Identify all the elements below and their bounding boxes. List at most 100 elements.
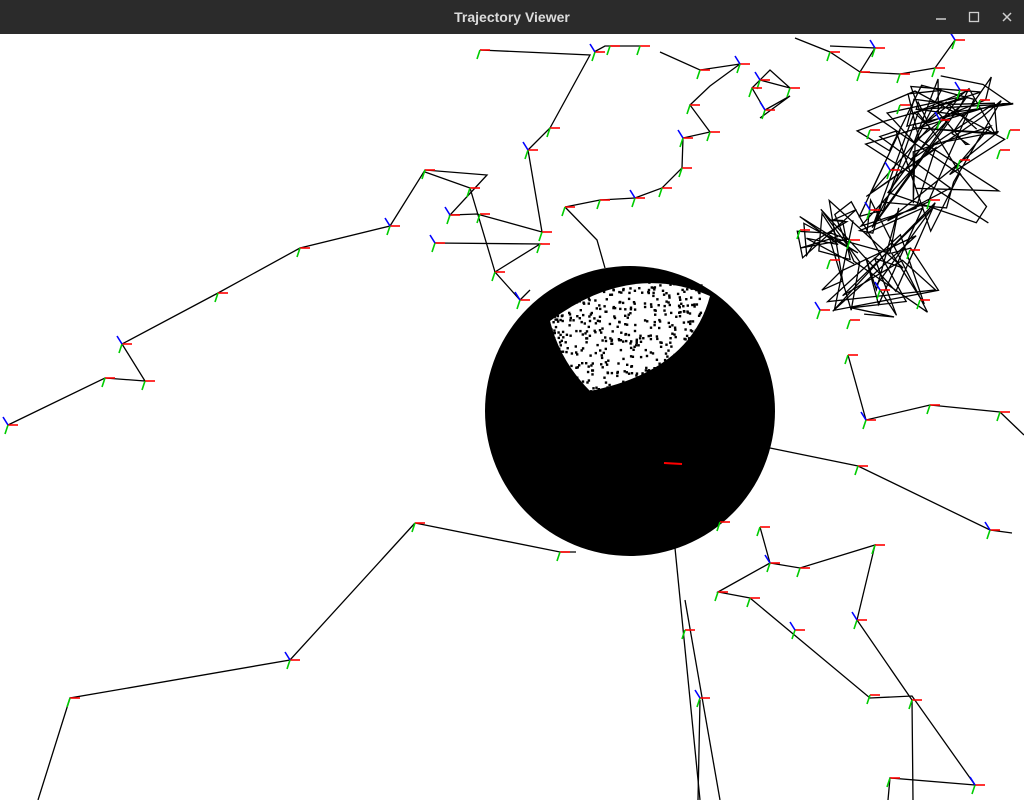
point-cloud-point (711, 348, 715, 351)
y-axis-line (556, 551, 561, 562)
point-cloud-point (655, 358, 659, 361)
y-axis-line (606, 45, 611, 56)
point-cloud-point (645, 366, 648, 370)
point-cloud-point (729, 314, 732, 317)
point-cloud-point (558, 369, 562, 372)
point-cloud-point (589, 354, 592, 357)
pose-axis-triad (694, 689, 710, 708)
point-cloud-point (656, 337, 659, 341)
y-axis-line (896, 73, 901, 84)
close-button[interactable] (990, 0, 1024, 34)
y-axis-line (686, 104, 691, 115)
point-cloud-point (595, 307, 598, 310)
point-cloud-point (721, 357, 725, 360)
point-cloud-point (644, 388, 647, 391)
point-cloud-point (606, 386, 609, 389)
point-cloud-point (724, 330, 727, 333)
point-cloud-point (718, 298, 721, 301)
point-cloud-point (576, 384, 579, 387)
point-cloud-point (659, 341, 662, 344)
point-cloud-point (559, 361, 562, 364)
title-bar[interactable]: Trajectory Viewer (0, 0, 1024, 34)
point-cloud-point (721, 339, 725, 342)
point-cloud-point (557, 331, 560, 334)
point-cloud-point (677, 392, 680, 396)
point-cloud-point (580, 298, 583, 301)
point-cloud-point (557, 299, 560, 302)
point-cloud-point (690, 287, 693, 290)
point-cloud-point (605, 363, 609, 366)
point-cloud-point (571, 383, 574, 386)
point-cloud-point (670, 345, 673, 348)
point-cloud-point (579, 329, 582, 333)
z-axis-line (384, 217, 391, 227)
point-cloud-point (535, 351, 538, 354)
point-cloud-point (604, 336, 607, 339)
point-cloud-point (586, 370, 590, 374)
pose-axis-triad (606, 45, 620, 56)
pose-axis-triad (678, 167, 692, 178)
point-cloud-point (677, 364, 680, 367)
point-cloud-point (559, 344, 562, 347)
point-cloud-point (663, 304, 666, 308)
point-cloud-point (645, 372, 648, 376)
point-cloud-point (558, 341, 562, 344)
y-axis-line (491, 271, 496, 282)
point-cloud-point (572, 284, 576, 288)
point-cloud-point (592, 287, 596, 291)
minimize-button[interactable] (924, 0, 958, 34)
point-cloud-point (668, 294, 671, 297)
point-cloud-point (563, 376, 567, 379)
point-cloud-point (718, 313, 721, 316)
pose-axis-triad (716, 521, 730, 532)
point-cloud-point (649, 303, 653, 306)
point-cloud-point (658, 362, 661, 365)
point-cloud-point (601, 327, 604, 330)
point-cloud-point (604, 361, 608, 364)
point-cloud-point (566, 347, 569, 350)
3d-viewport[interactable] (0, 34, 1024, 800)
z-axis-line (884, 161, 891, 171)
point-cloud-point (643, 319, 647, 322)
point-cloud-point (650, 286, 653, 289)
point-cloud-point (650, 305, 653, 308)
point-cloud-point (688, 312, 692, 315)
point-cloud-point (678, 296, 681, 299)
z-axis-line (284, 651, 291, 661)
point-cloud-point (629, 346, 633, 350)
z-axis-line (814, 301, 821, 311)
pose-axis-triad (1006, 129, 1020, 140)
point-cloud-point (709, 356, 713, 359)
point-cloud-point (685, 343, 688, 346)
point-cloud-point (692, 336, 695, 339)
point-cloud-point (558, 347, 561, 350)
point-cloud-point (647, 369, 651, 372)
y-axis-line (561, 206, 566, 217)
trajectory-path (769, 447, 1013, 534)
point-cloud-point (639, 334, 642, 337)
point-cloud-point (682, 305, 685, 308)
z-axis-line (116, 335, 123, 345)
point-cloud-point (704, 345, 708, 348)
maximize-button[interactable] (957, 0, 991, 34)
trajectory-canvas[interactable] (0, 34, 1024, 800)
point-cloud-point (653, 367, 656, 370)
point-cloud-point (699, 335, 702, 338)
pose-axis-triad (748, 87, 762, 98)
point-cloud-point (553, 331, 556, 335)
point-cloud-point (679, 354, 682, 357)
pose-axis-triad (950, 34, 965, 50)
point-cloud-point (641, 372, 644, 375)
point-cloud-point (629, 287, 632, 290)
point-cloud-point (653, 309, 656, 312)
point-cloud-point (704, 329, 707, 333)
point-cloud-point (629, 355, 633, 358)
point-cloud-point (553, 301, 556, 304)
pose-axis-triad (846, 319, 860, 330)
point-cloud-point (549, 348, 552, 352)
point-cloud-point (598, 320, 601, 323)
point-cloud-point (664, 313, 667, 316)
point-cloud-point (680, 394, 684, 397)
point-cloud-point (579, 309, 582, 312)
point-cloud-point (663, 309, 666, 312)
